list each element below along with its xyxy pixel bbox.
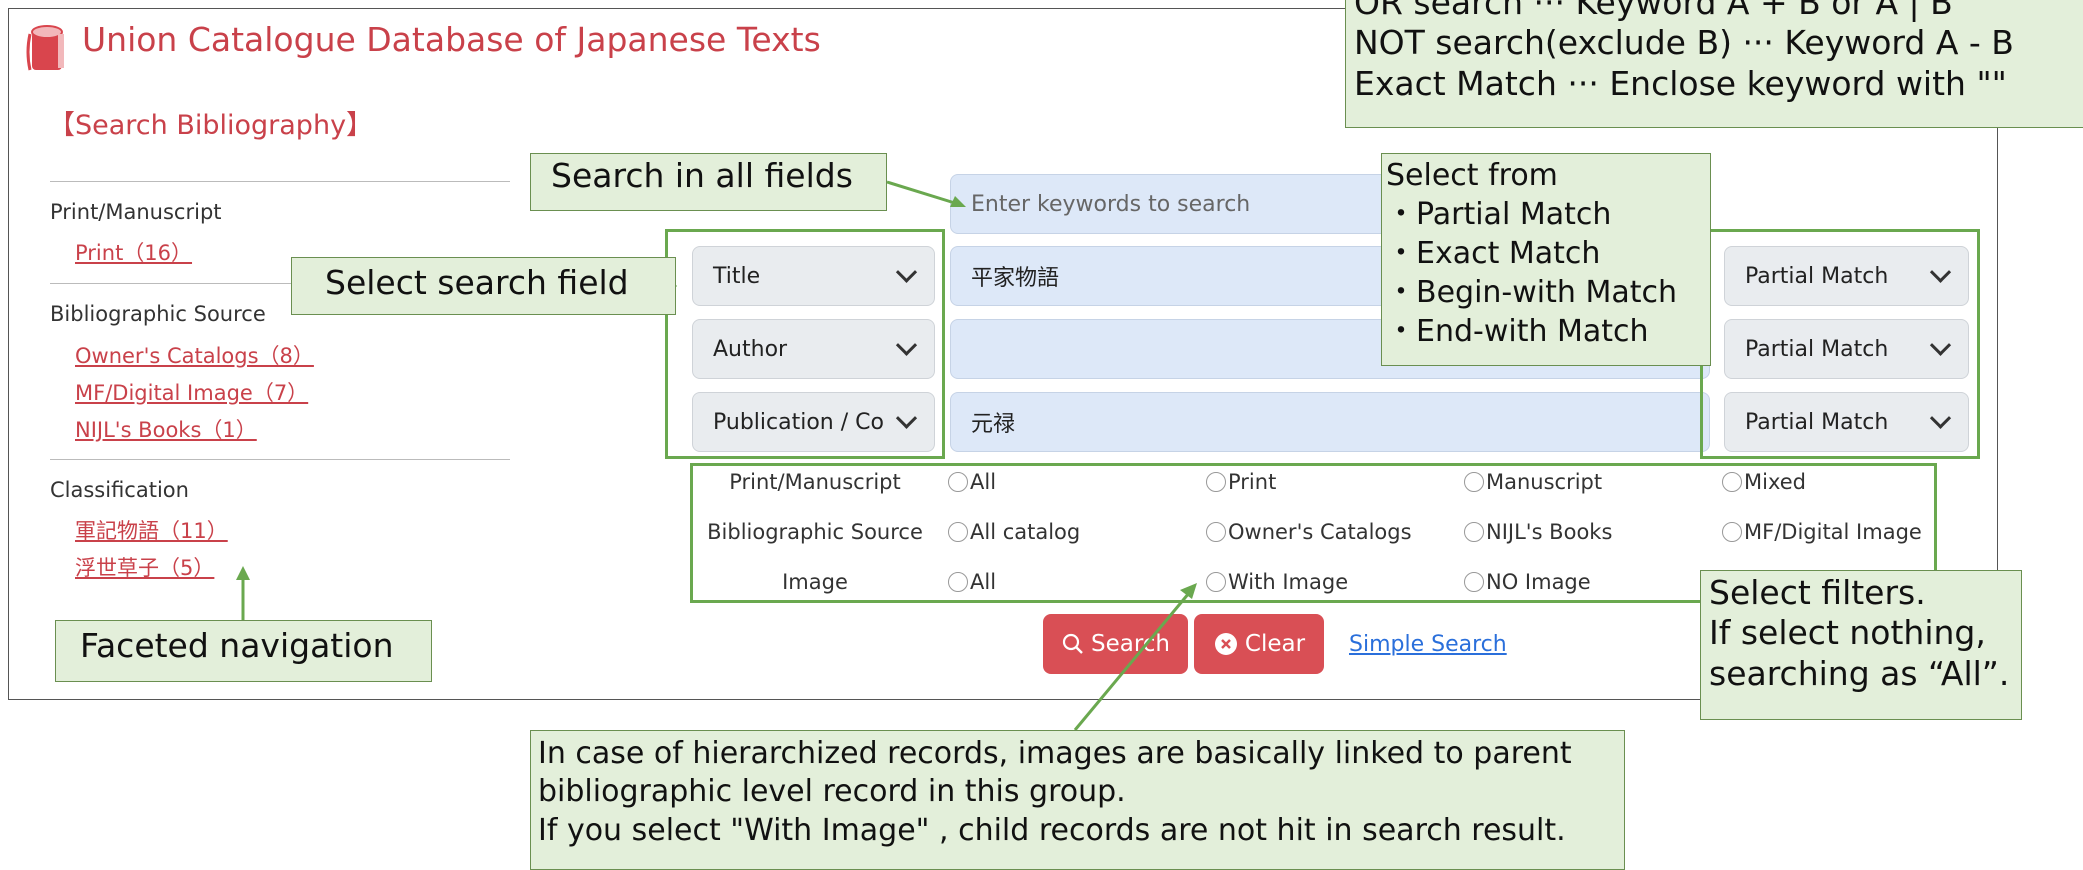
callout-line: bibliographic level record in this group… [538, 774, 1126, 810]
callout-line: Select from [1386, 158, 1558, 193]
callout-line: ・Begin-with Match [1386, 275, 1677, 310]
callout-line: Exact Match ··· Enclose keyword with "" [1354, 63, 2007, 103]
callout-line: If you select "With Image" , child recor… [538, 812, 1566, 848]
boolean-search-help-callout: OR search ··· Keyword A + B or A | B NOT… [1345, 0, 2083, 128]
callout-line: Select filters. [1709, 573, 1926, 612]
arrowhead [236, 566, 250, 580]
search-all-fields-callout: Search in all fields [530, 153, 887, 211]
callout-line: ・Exact Match [1386, 236, 1601, 271]
arrow-search-all-fields [886, 180, 959, 206]
hierarchy-note-callout: In case of hierarchized records, images … [530, 730, 1625, 870]
callout-line: ・Partial Match [1386, 197, 1612, 232]
arrowhead [1180, 583, 1197, 599]
callout-line: In case of hierarchized records, images … [538, 736, 1572, 771]
callout-line: If select nothing, [1709, 613, 1986, 653]
select-filters-callout: Select filters. If select nothing, searc… [1700, 570, 2022, 720]
arrow-with-image [1073, 592, 1191, 731]
match-types-callout: Select from ・Partial Match ・Exact Match … [1381, 153, 1711, 366]
callout-line: ・End-with Match [1386, 314, 1649, 349]
callout-line: searching as “All”. [1709, 653, 2010, 693]
faceted-navigation-callout: Faceted navigation [55, 620, 432, 682]
select-search-field-callout: Select search field [291, 257, 676, 315]
callout-line: OR search ··· Keyword A + B or A | B [1354, 0, 1953, 22]
callout-line: NOT search(exclude B) ··· Keyword A - B [1354, 23, 2014, 63]
